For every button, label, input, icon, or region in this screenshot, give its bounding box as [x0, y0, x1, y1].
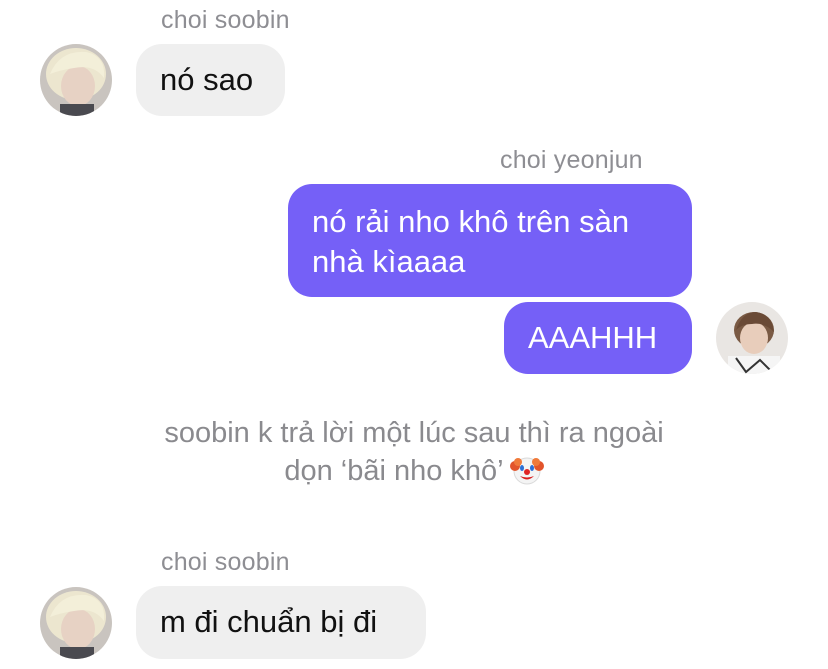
- sender-name: choi yeonjun: [500, 146, 643, 174]
- message-text: nó sao: [160, 62, 254, 97]
- message-text: AAAHHH: [528, 320, 658, 355]
- avatar-image: [40, 44, 112, 116]
- system-note-line: dọn ‘bãi nho khô’: [100, 452, 728, 497]
- message-bubble-outgoing[interactable]: nó rải nho khô trên sàn nhà kìaaaa: [288, 184, 692, 297]
- avatar-image: [40, 587, 112, 659]
- avatar-yeonjun[interactable]: [716, 302, 788, 374]
- avatar-soobin[interactable]: [40, 44, 112, 116]
- avatar-image: [716, 302, 788, 374]
- message-bubble-incoming[interactable]: m đi chuẩn bị đi: [136, 586, 426, 659]
- clown-face-icon: [509, 453, 544, 497]
- system-note-text: dọn ‘bãi nho khô’: [284, 455, 504, 487]
- message-text: m đi chuẩn bị đi: [160, 604, 378, 639]
- message-bubble-incoming[interactable]: nó sao: [136, 44, 285, 116]
- system-note-line: soobin k trả lời một lúc sau thì ra ngoà…: [164, 417, 664, 449]
- message-bubble-outgoing[interactable]: AAAHHH: [504, 302, 692, 374]
- avatar-soobin[interactable]: [40, 587, 112, 659]
- system-note: soobin k trả lời một lúc sau thì ra ngoà…: [100, 414, 728, 497]
- message-text: nó rải nho khô trên sàn nhà kìaaaa: [312, 204, 630, 279]
- sender-name: choi soobin: [161, 548, 290, 576]
- sender-name: choi soobin: [161, 6, 290, 34]
